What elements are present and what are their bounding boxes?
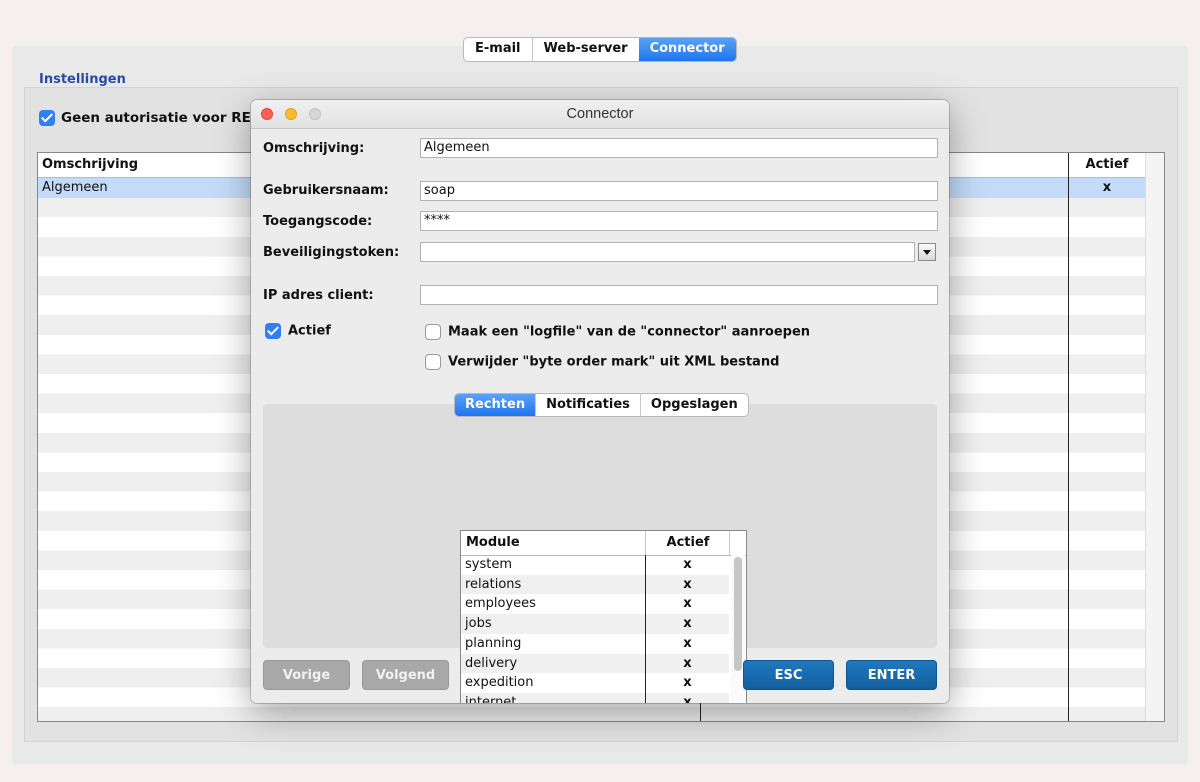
toegangscode-field[interactable]: **** xyxy=(420,211,938,231)
module-name: expedition xyxy=(465,675,534,691)
rights-tab-bar: Rechten Notificaties Opgeslagen xyxy=(454,393,749,417)
main-tab-bar: E-mail Web-server Connector xyxy=(463,37,737,62)
gebruikersnaam-label: Gebruikersnaam: xyxy=(263,183,389,198)
module-actief: x xyxy=(683,694,692,703)
module-name: delivery xyxy=(465,655,518,671)
tab-email[interactable]: E-mail xyxy=(464,38,532,61)
escape-button[interactable]: ESC xyxy=(743,660,834,690)
column-divider xyxy=(1068,153,1069,721)
tab-rechten[interactable]: Rechten xyxy=(455,394,536,416)
module-actief: x xyxy=(683,655,692,671)
logfile-label: Maak een "logfile" van de "connector" aa… xyxy=(448,324,811,340)
module-name: internet xyxy=(465,694,517,703)
module-name: system xyxy=(465,557,512,572)
table-row[interactable]: internet x xyxy=(461,692,729,703)
beveiligingstoken-label: Beveiligingstoken: xyxy=(263,245,400,260)
module-name: employees xyxy=(465,596,536,612)
beveiligingstoken-select[interactable] xyxy=(420,242,915,262)
module-name: jobs xyxy=(465,616,492,632)
dropdown-arrow-icon[interactable] xyxy=(918,243,936,261)
rights-table-header: Module Actief xyxy=(461,531,746,556)
no-auth-checkbox[interactable] xyxy=(39,110,55,126)
tab-notificaties[interactable]: Notificaties xyxy=(535,394,640,416)
actief-checkbox-row[interactable]: Actief xyxy=(265,323,331,339)
scrollbar-thumb[interactable] xyxy=(734,557,742,671)
dialog-titlebar[interactable]: Connector xyxy=(251,100,949,129)
table-row[interactable]: planning x xyxy=(461,634,729,654)
module-actief: x xyxy=(683,596,692,612)
connector-dialog: Connector Omschrijving: Algemeen Gebruik… xyxy=(251,100,949,703)
ip-adres-field[interactable] xyxy=(420,285,938,305)
column-header-omschrijving[interactable]: Omschrijving xyxy=(42,157,138,172)
omschrijving-field[interactable]: Algemeen xyxy=(420,138,938,158)
bom-checkbox-row[interactable]: Verwijder "byte order mark" uit XML best… xyxy=(425,354,779,370)
table-row[interactable]: relations x xyxy=(461,574,729,595)
column-header-actief[interactable]: Actief xyxy=(1069,157,1145,172)
module-actief: x xyxy=(683,557,692,572)
gebruikersnaam-field[interactable]: soap xyxy=(420,181,938,201)
previous-button[interactable]: Vorige xyxy=(263,660,350,690)
logfile-checkbox-row[interactable]: Maak een "logfile" van de "connector" aa… xyxy=(425,324,810,340)
table-row[interactable]: delivery x xyxy=(461,653,729,674)
table-row[interactable]: jobs x xyxy=(461,614,729,634)
module-name: relations xyxy=(465,576,522,592)
column-divider xyxy=(645,555,646,703)
actief-label: Actief xyxy=(288,323,331,339)
module-actief: x xyxy=(683,675,692,691)
table-row[interactable]: employees x xyxy=(461,594,729,614)
enter-button[interactable]: ENTER xyxy=(846,660,937,690)
bom-checkbox[interactable] xyxy=(425,354,441,370)
tab-opgeslagen[interactable]: Opgeslagen xyxy=(639,394,748,416)
actief-checkbox[interactable] xyxy=(265,323,281,339)
table-row[interactable]: expedition x xyxy=(461,673,729,693)
column-header-actief[interactable]: Actief xyxy=(646,535,730,550)
tab-connector[interactable]: Connector xyxy=(638,38,736,61)
no-auth-checkbox-row[interactable]: Geen autorisatie voor REST xyxy=(39,110,270,126)
bom-label: Verwijder "byte order mark" uit XML best… xyxy=(448,354,780,370)
module-actief: x xyxy=(683,635,692,651)
cell-actief: x xyxy=(1102,180,1112,195)
section-title: Instellingen xyxy=(39,72,126,87)
dialog-title: Connector xyxy=(566,106,634,122)
table-scrollbar[interactable] xyxy=(1145,153,1164,721)
tab-web-server[interactable]: Web-server xyxy=(531,38,639,61)
omschrijving-label: Omschrijving: xyxy=(263,141,365,156)
ip-adres-label: IP adres client: xyxy=(263,288,374,303)
column-header-module[interactable]: Module xyxy=(466,535,520,550)
logfile-checkbox[interactable] xyxy=(425,324,441,340)
module-actief: x xyxy=(683,616,692,632)
module-name: planning xyxy=(465,635,522,651)
table-row[interactable]: system x xyxy=(461,555,729,575)
next-button[interactable]: Volgend xyxy=(362,660,449,690)
cell-omschrijving: Algemeen xyxy=(42,180,108,195)
module-actief: x xyxy=(683,576,692,592)
rights-tab-panel: Module Actief system x relations x employe… xyxy=(263,404,937,703)
rights-table: Module Actief system x relations x employe… xyxy=(460,530,747,703)
no-auth-label: Geen autorisatie voor REST xyxy=(61,110,270,126)
toegangscode-label: Toegangscode: xyxy=(263,214,373,229)
